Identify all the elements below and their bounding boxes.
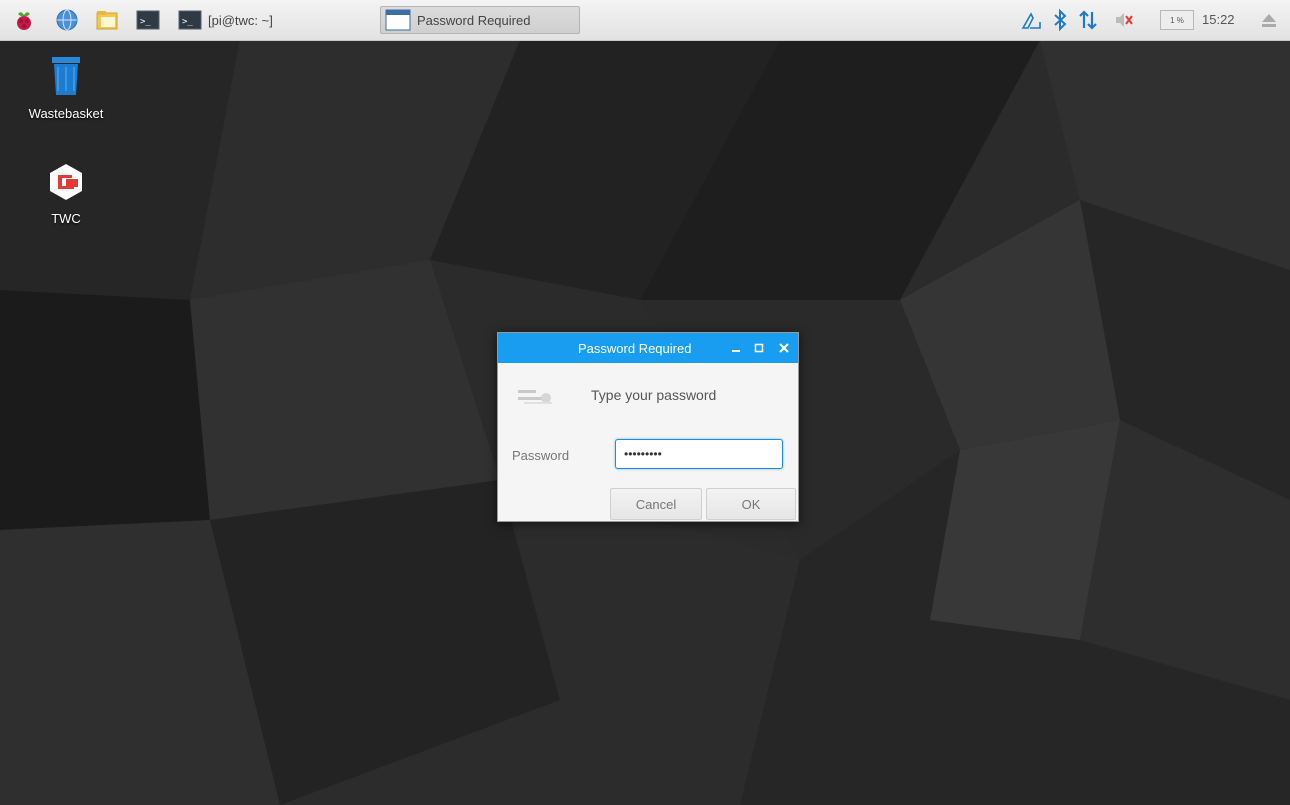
terminal-icon[interactable]: >_: [136, 8, 160, 32]
cpu-usage-label: 1 %: [1170, 15, 1184, 25]
maximize-icon: [754, 343, 764, 353]
desktop-icon-twc[interactable]: TWC: [21, 162, 111, 226]
maximize-button[interactable]: [750, 338, 768, 358]
clock[interactable]: 15:22: [1202, 12, 1235, 27]
taskbar-task-password-required[interactable]: Password Required: [380, 6, 580, 34]
password-input[interactable]: [615, 439, 783, 469]
cpu-usage-monitor[interactable]: 1 %: [1160, 10, 1194, 30]
dialog-titlebar[interactable]: Password Required: [498, 333, 798, 363]
password-dialog: Password Required Type your password Pas…: [497, 332, 799, 522]
volume-muted-icon[interactable]: [1112, 8, 1136, 32]
desktop-icon-wastebasket[interactable]: Wastebasket: [21, 55, 111, 121]
raspberry-menu-icon[interactable]: [12, 8, 36, 32]
dialog-prompt: Type your password: [591, 387, 717, 403]
close-button[interactable]: [775, 338, 793, 358]
svg-text:>_: >_: [182, 17, 193, 27]
file-manager-icon[interactable]: [95, 8, 119, 32]
twc-app-icon: [50, 164, 82, 200]
taskbar-task-terminal[interactable]: >_ [pi@twc: ~]: [178, 6, 298, 34]
web-browser-icon[interactable]: [55, 8, 79, 32]
cancel-button[interactable]: Cancel: [610, 488, 702, 520]
password-label: Password: [512, 448, 570, 463]
svg-text:>_: >_: [140, 17, 151, 27]
dialog-title: Password Required: [578, 341, 692, 356]
taskbar: >_ >_ [pi@twc: ~] Password Required 1 % …: [0, 0, 1290, 41]
desktop-icon-label: Wastebasket: [28, 106, 104, 121]
vnc-icon[interactable]: [1020, 8, 1044, 32]
window-icon: [385, 9, 411, 31]
terminal-icon: >_: [178, 10, 202, 30]
bluetooth-icon[interactable]: [1048, 8, 1072, 32]
ok-button[interactable]: OK: [706, 488, 796, 520]
taskbar-task-label: [pi@twc: ~]: [208, 12, 273, 28]
minimize-button[interactable]: [727, 338, 745, 358]
key-icon: [518, 390, 552, 404]
trash-icon: [52, 57, 80, 95]
network-icon[interactable]: [1076, 8, 1100, 32]
close-icon: [779, 343, 789, 353]
eject-icon[interactable]: [1257, 8, 1281, 32]
minimize-icon: [732, 350, 740, 352]
desktop-icon-label: TWC: [51, 211, 81, 226]
taskbar-task-label: Password Required: [417, 12, 531, 28]
